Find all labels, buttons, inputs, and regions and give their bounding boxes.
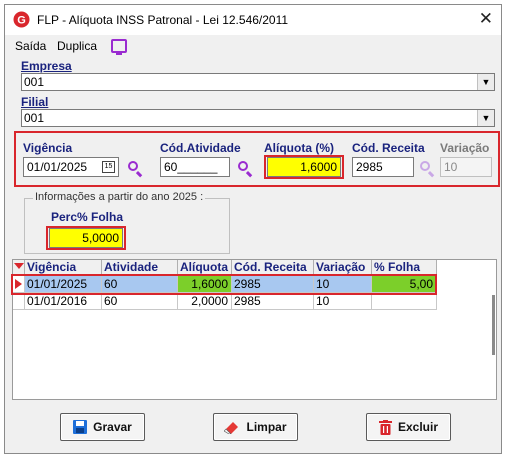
- empresa-select[interactable]: 001 ▼: [21, 73, 495, 91]
- search-icon[interactable]: [238, 161, 248, 171]
- vigencia-value: 01/01/2025: [27, 160, 88, 174]
- save-icon: [73, 420, 88, 434]
- info-group-legend: Informações a partir do ano 2025 :: [33, 191, 206, 203]
- filial-value: 001: [24, 111, 45, 125]
- table-scrollbar[interactable]: [488, 290, 501, 374]
- calendar-icon[interactable]: 15: [102, 161, 115, 173]
- row-indicator[interactable]: [13, 293, 25, 310]
- monitor-icon[interactable]: [111, 39, 127, 55]
- empresa-value: 001: [24, 75, 45, 89]
- chevron-down-icon[interactable]: ▼: [477, 110, 494, 126]
- table-cell[interactable]: [372, 293, 437, 310]
- selected-row-highlight: [11, 274, 437, 295]
- perc-folha-value: 5,0000: [82, 231, 119, 245]
- cod-atividade-label: Cód.Atividade: [160, 141, 241, 155]
- cod-atividade-value: 60______: [164, 160, 218, 174]
- eraser-icon: [224, 422, 239, 434]
- menu-item-saida[interactable]: Saída: [15, 39, 46, 53]
- menu-bar: Saída Duplica: [5, 35, 501, 57]
- limpar-button[interactable]: Limpar: [213, 413, 298, 441]
- excluir-label: Excluir: [397, 420, 439, 434]
- cod-atividade-input[interactable]: 60______: [160, 157, 230, 177]
- table-cell[interactable]: 60: [102, 293, 178, 310]
- scrollbar-thumb[interactable]: [492, 295, 495, 355]
- variacao-label: Variação: [440, 141, 490, 155]
- close-icon[interactable]: ✕: [479, 9, 493, 29]
- filial-label: Filial: [21, 95, 49, 109]
- sort-arrow-icon: [14, 263, 24, 269]
- search-icon[interactable]: [420, 161, 430, 171]
- excluir-button[interactable]: Excluir: [366, 413, 451, 441]
- vigencia-input[interactable]: 01/01/2025 15: [23, 157, 119, 177]
- app-logo-icon: G: [13, 11, 30, 28]
- table-cell[interactable]: 2985: [232, 293, 314, 310]
- cod-receita-value: 2985: [356, 160, 383, 174]
- gravar-button[interactable]: Gravar: [60, 413, 145, 441]
- table-cell[interactable]: 2,0000: [178, 293, 232, 310]
- perc-folha-label: Perc% Folha: [51, 210, 124, 224]
- empresa-label: Empresa: [21, 59, 72, 73]
- svg-text:G: G: [17, 15, 26, 27]
- perc-folha-input[interactable]: 5,0000: [49, 228, 123, 248]
- limpar-label: Limpar: [246, 420, 287, 434]
- cod-receita-label: Cód. Receita: [352, 141, 425, 155]
- title-bar: G FLP - Alíquota INSS Patronal - Lei 12.…: [5, 5, 501, 35]
- aliquota-label: Alíquota (%): [264, 141, 334, 155]
- window-title: FLP - Alíquota INSS Patronal - Lei 12.54…: [37, 13, 289, 27]
- variacao-value: 10: [444, 160, 458, 174]
- table-cell[interactable]: 10: [314, 293, 372, 310]
- menu-item-duplica[interactable]: Duplica: [57, 39, 97, 53]
- chevron-down-icon[interactable]: ▼: [477, 74, 494, 90]
- variacao-input: 10: [440, 157, 492, 177]
- aliquota-input[interactable]: 1,6000: [267, 157, 341, 177]
- cod-receita-input[interactable]: 2985: [352, 157, 414, 177]
- filial-select[interactable]: 001 ▼: [21, 109, 495, 127]
- aliquota-value: 1,6000: [300, 160, 337, 174]
- gravar-label: Gravar: [93, 420, 132, 434]
- app-window: G FLP - Alíquota INSS Patronal - Lei 12.…: [4, 4, 502, 454]
- vigencia-label: Vigência: [23, 141, 73, 155]
- trash-icon: [378, 419, 392, 435]
- search-icon[interactable]: [128, 161, 138, 171]
- table-cell[interactable]: 01/01/2016: [25, 293, 102, 310]
